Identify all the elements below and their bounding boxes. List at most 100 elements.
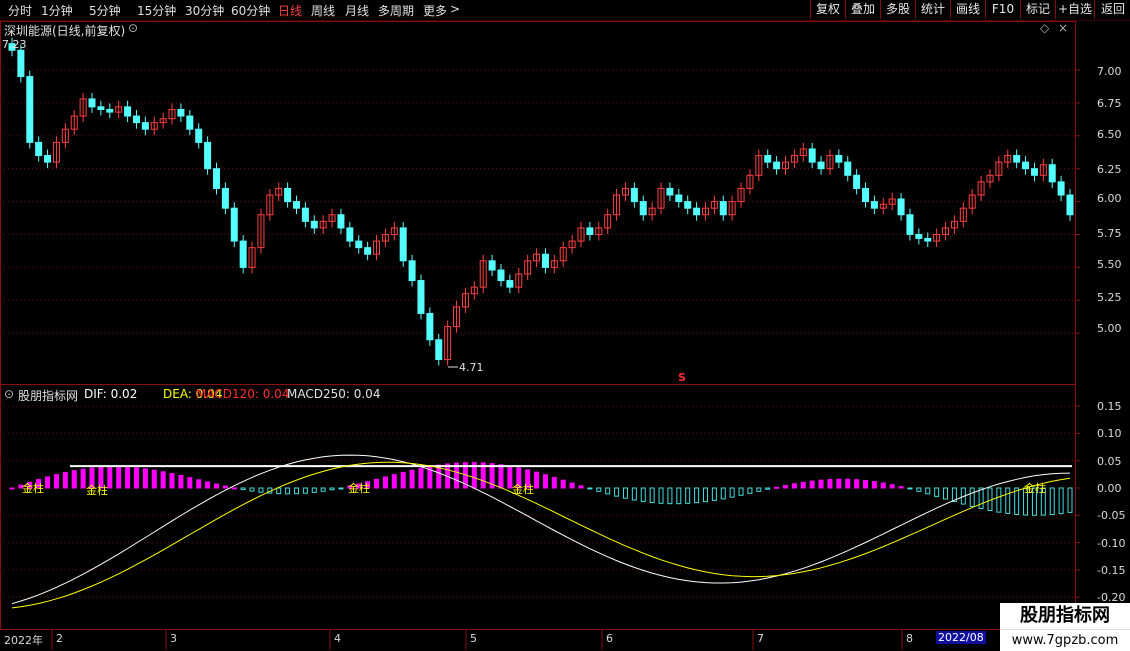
candle-body: [719, 201, 727, 216]
time-label: 2022年: [4, 634, 43, 647]
price-tick: 6.50: [1097, 128, 1122, 141]
macd-bar: [640, 487, 646, 502]
macd-bar: [978, 487, 984, 510]
macd-bar: [409, 469, 415, 489]
overlay-button[interactable]: 叠加: [845, 0, 880, 19]
macd-bar: [178, 475, 184, 489]
macd-bar: [1005, 487, 1011, 514]
macd-bar: [1058, 487, 1064, 515]
macd-bar: [694, 487, 700, 504]
top-toolbar: 分时 1分钟 5分钟 15分钟 30分钟 60分钟 日线 周线 月线 多周期 更…: [0, 0, 1130, 21]
high-price-label: 7.23: [2, 38, 27, 51]
macd-bar: [542, 474, 548, 489]
candle-body: [666, 187, 674, 196]
macd-bar: [169, 473, 175, 489]
candle-body: [26, 76, 34, 143]
watermark-url: www.7gpzb.com: [1000, 629, 1130, 651]
macd-bar: [107, 466, 113, 489]
macd-bar: [800, 481, 806, 489]
tab-more[interactable]: 更多: [423, 2, 447, 19]
candle-body: [684, 201, 692, 209]
candle-body: [355, 240, 363, 249]
current-date-label: 2022/08: [936, 631, 986, 644]
candle-body: [1057, 181, 1065, 196]
kline-chart[interactable]: [0, 21, 1130, 650]
candle-body: [497, 269, 505, 282]
candle-body: [230, 207, 238, 242]
macd-bar: [685, 487, 691, 504]
macd-bar: [631, 487, 637, 501]
candle-body: [212, 168, 220, 189]
macd-bar: [80, 468, 86, 489]
tab-15min[interactable]: 15分钟: [137, 2, 176, 19]
candle-body: [417, 280, 425, 314]
candle-body: [906, 214, 914, 235]
restore-rights-button[interactable]: 复权: [810, 0, 845, 19]
tab-30min[interactable]: 30分钟: [185, 2, 224, 19]
tab-weekly[interactable]: 周线: [311, 2, 335, 19]
tab-intraday[interactable]: 分时: [8, 2, 32, 19]
tab-60min[interactable]: 60分钟: [231, 2, 270, 19]
macd-bar: [667, 487, 673, 505]
gold-bar-tag: 金柱: [512, 483, 534, 496]
candle-body: [364, 247, 372, 255]
indicator-panel-frame: [0, 384, 1076, 630]
candle-body: [88, 98, 96, 108]
macd-bar: [320, 487, 326, 492]
macd-bar: [231, 487, 237, 490]
candle-body: [693, 207, 701, 216]
candle-body: [764, 155, 772, 163]
macd-bar: [934, 487, 940, 497]
tab-5min[interactable]: 5分钟: [89, 2, 121, 19]
multi-stock-button[interactable]: 多股: [880, 0, 915, 19]
statistics-button[interactable]: 统计: [915, 0, 950, 19]
macd-bar: [818, 479, 824, 489]
gold-bar-tag: 金柱: [348, 482, 370, 495]
low-price-label: 4.71: [459, 361, 484, 374]
time-label: 5: [470, 632, 477, 645]
tab-1min[interactable]: 1分钟: [41, 2, 73, 19]
chevron-right-icon[interactable]: >: [450, 2, 460, 16]
f10-button[interactable]: F10: [985, 0, 1020, 19]
candle-body: [106, 108, 114, 113]
macd-bar: [560, 479, 566, 489]
candle-body: [488, 260, 496, 271]
macd-bar: [925, 487, 931, 495]
candle-body: [586, 227, 594, 235]
tab-monthly[interactable]: 月线: [345, 2, 369, 19]
macd-bar: [133, 467, 139, 489]
candle-body: [141, 122, 149, 130]
macd-bar: [498, 464, 504, 489]
candle-body: [1066, 194, 1074, 216]
macd-bar: [871, 481, 877, 489]
macd-bar: [622, 487, 628, 499]
macd-bar: [338, 487, 344, 490]
candle-body: [844, 161, 852, 176]
tab-daily[interactable]: 日线: [278, 2, 302, 19]
back-button[interactable]: 返回: [1094, 0, 1130, 19]
candle-body: [310, 220, 318, 229]
candle-body: [1022, 161, 1030, 170]
macd-bar: [720, 487, 726, 500]
candle-body: [17, 49, 25, 78]
macd-bar: [205, 481, 211, 489]
chart-area[interactable]: 深圳能源(日线,前复权) ⊙ ◇ × ⊙ 股朋指标网 DIF: 0.02 DEA…: [0, 21, 1130, 650]
mark-button[interactable]: 标记: [1020, 0, 1055, 19]
macd-bar: [836, 478, 842, 489]
candle-body: [408, 260, 416, 282]
candle-body: [44, 155, 52, 163]
candle-body: [541, 253, 549, 268]
candle-body: [639, 201, 647, 216]
macd-bar: [916, 487, 922, 492]
draw-line-button[interactable]: 画线: [950, 0, 985, 19]
gold-bar-tag: 金柱: [86, 484, 108, 497]
tab-multi-period[interactable]: 多周期: [378, 2, 414, 19]
gold-bar-tag: 金柱: [1024, 482, 1046, 495]
macd-bar: [418, 467, 424, 489]
candle-body: [186, 115, 194, 130]
add-watchlist-button[interactable]: +自选: [1055, 0, 1094, 19]
candle-body: [853, 174, 861, 189]
macd-bar: [898, 486, 904, 489]
candle-body: [773, 161, 781, 170]
macd-bar: [302, 487, 308, 494]
